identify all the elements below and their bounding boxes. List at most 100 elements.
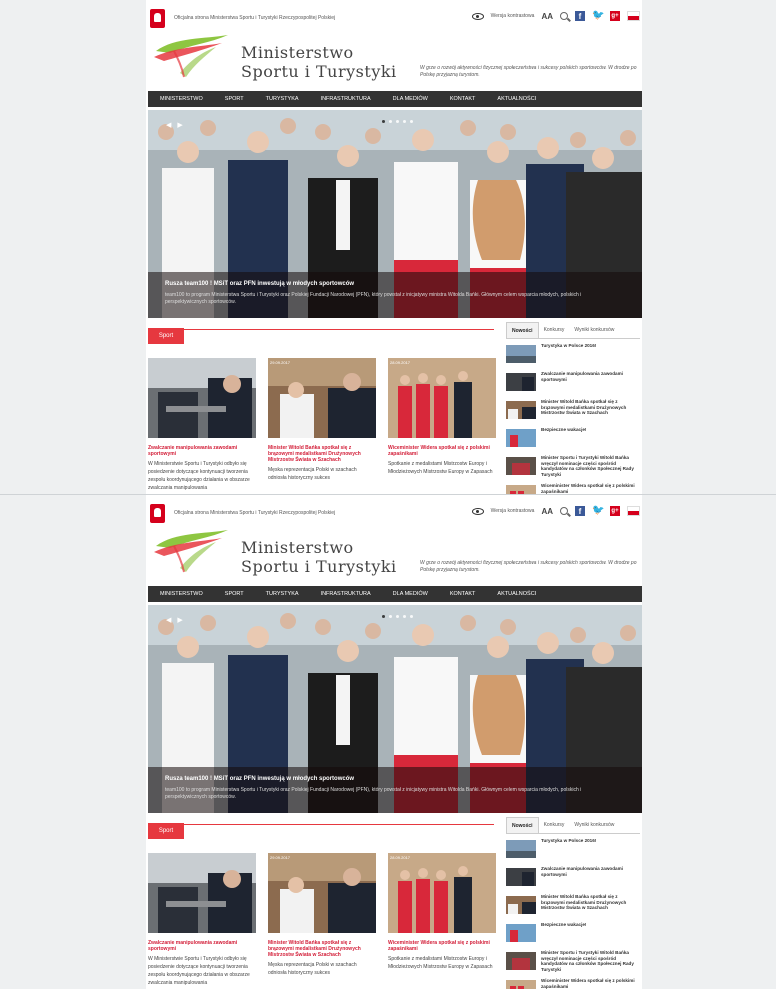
list-item-thumbnail[interactable] — [506, 457, 536, 475]
contrast-version-link[interactable]: Wersja kontrastowa — [491, 508, 535, 514]
list-item-title[interactable]: Zwalczanie manipulowania zawodami sporto… — [541, 371, 640, 382]
contrast-version-link[interactable]: Wersja kontrastowa — [491, 13, 535, 19]
article-title[interactable]: Minister Witold Bańka spotkał się z brąz… — [268, 445, 376, 463]
nav-item-aktualnosci[interactable]: AKTUALNOŚCI — [486, 586, 547, 602]
ministry-logo-icon[interactable] — [150, 31, 230, 83]
article-card[interactable]: Zwalczanie manipulowania zawodami sporto… — [148, 358, 256, 494]
list-item-title[interactable]: Wiceminister Widera spotkał się z polski… — [541, 483, 640, 494]
article-image[interactable] — [148, 358, 256, 438]
list-item-thumbnail[interactable] — [506, 373, 536, 391]
list-item-thumbnail[interactable] — [506, 345, 536, 363]
article-card[interactable]: 29.09.2017 Minister Witold Bańka spotkał… — [268, 358, 376, 494]
eagle-emblem-icon[interactable] — [150, 9, 165, 28]
slider-dot[interactable] — [410, 615, 413, 618]
list-item-thumbnail[interactable] — [506, 485, 536, 495]
list-item-thumbnail[interactable] — [506, 401, 536, 419]
list-item[interactable]: Zwalczanie manipulowania zawodami sporto… — [506, 866, 640, 894]
list-item[interactable]: Bezpieczne wakacje! — [506, 427, 640, 455]
nav-item-ministerstwo[interactable]: MINISTERSTWO — [148, 586, 214, 602]
tab-konkursy[interactable]: Konkursy — [539, 817, 570, 833]
arrow-left-icon[interactable]: ◀ — [166, 617, 171, 624]
search-icon[interactable] — [560, 507, 568, 515]
article-card[interactable]: 28.09.2017 Wiceminister Widera spotkał s… — [388, 358, 496, 494]
nav-item-sport[interactable]: SPORT — [214, 586, 255, 602]
list-item[interactable]: Wiceminister Widera spotkał się z polski… — [506, 483, 640, 495]
article-image[interactable]: 29.09.2017 — [268, 358, 376, 438]
twitter-icon[interactable]: 🐦 — [592, 506, 604, 516]
nav-item-aktualnosci[interactable]: AKTUALNOŚCI — [486, 91, 547, 107]
list-item[interactable]: Minister Witold Bańka spotkał się z brąz… — [506, 399, 640, 427]
list-item[interactable]: Wiceminister Widera spotkał się z polski… — [506, 978, 640, 989]
list-item[interactable]: Turystyka w Polsce 2016! — [506, 343, 640, 371]
search-icon[interactable] — [560, 12, 568, 20]
list-item[interactable]: Turystyka w Polsce 2016! — [506, 838, 640, 866]
section-tag-sport[interactable]: Sport — [148, 823, 184, 839]
tab-wyniki-konkursow[interactable]: Wyniki konkursów — [569, 817, 619, 833]
eye-icon[interactable] — [471, 12, 484, 20]
font-size-button[interactable]: AA — [541, 12, 553, 21]
facebook-icon[interactable]: f — [575, 11, 585, 21]
list-item-title[interactable]: Turystyka w Polsce 2016! — [541, 343, 596, 349]
list-item-title[interactable]: Minister Sportu i Turystyki Witold Bańka… — [541, 455, 640, 477]
article-title[interactable]: Wiceminister Widera spotkał się z polski… — [388, 445, 496, 457]
article-image[interactable]: 28.09.2017 — [388, 358, 496, 438]
tab-konkursy[interactable]: Konkursy — [539, 322, 570, 338]
list-item-thumbnail[interactable] — [506, 840, 536, 858]
article-title[interactable]: Zwalczanie manipulowania zawodami sporto… — [148, 445, 256, 457]
list-item-thumbnail[interactable] — [506, 952, 536, 970]
arrow-left-icon[interactable]: ◀ — [166, 122, 171, 129]
list-item-title[interactable]: Minister Witold Bańka spotkał się z brąz… — [541, 894, 640, 911]
list-item[interactable]: Minister Witold Bańka spotkał się z brąz… — [506, 894, 640, 922]
flag-icon[interactable] — [627, 11, 640, 21]
list-item-thumbnail[interactable] — [506, 868, 536, 886]
slider-dot[interactable] — [389, 615, 392, 618]
eye-icon[interactable] — [471, 507, 484, 515]
slider-dot[interactable] — [389, 120, 392, 123]
list-item-title[interactable]: Zwalczanie manipulowania zawodami sporto… — [541, 866, 640, 877]
facebook-icon[interactable]: f — [575, 506, 585, 516]
gplus-icon[interactable]: g+ — [610, 11, 620, 21]
nav-item-ministerstwo[interactable]: MINISTERSTWO — [148, 91, 214, 107]
article-card[interactable]: Zwalczanie manipulowania zawodami sporto… — [148, 853, 256, 989]
tab-wyniki-konkursow[interactable]: Wyniki konkursów — [569, 322, 619, 338]
nav-item-kontakt[interactable]: KONTAKT — [439, 91, 487, 107]
slider-dot[interactable] — [382, 120, 385, 123]
list-item[interactable]: Zwalczanie manipulowania zawodami sporto… — [506, 371, 640, 399]
font-size-button[interactable]: AA — [541, 507, 553, 516]
slider-dot[interactable] — [382, 615, 385, 618]
section-tag-sport[interactable]: Sport — [148, 328, 184, 344]
list-item-thumbnail[interactable] — [506, 924, 536, 942]
ministry-logo-icon[interactable] — [150, 526, 230, 578]
nav-item-kontakt[interactable]: KONTAKT — [439, 586, 487, 602]
list-item-title[interactable]: Turystyka w Polsce 2016! — [541, 838, 596, 844]
article-card[interactable]: 28.09.2017 Wiceminister Widera spotkał s… — [388, 853, 496, 989]
slider-dot[interactable] — [396, 615, 399, 618]
list-item-title[interactable]: Minister Sportu i Turystyki Witold Bańka… — [541, 950, 640, 972]
nav-item-sport[interactable]: SPORT — [214, 91, 255, 107]
article-title[interactable]: Minister Witold Bańka spotkał się z brąz… — [268, 940, 376, 958]
arrow-right-icon[interactable]: ▶ — [177, 617, 182, 624]
slider-dot[interactable] — [396, 120, 399, 123]
list-item-thumbnail[interactable] — [506, 896, 536, 914]
list-item[interactable]: Minister Sportu i Turystyki Witold Bańka… — [506, 950, 640, 978]
hero-slider[interactable]: ◀ ▶ Rusza team100 ! MSiT oraz PFN inwest… — [148, 110, 642, 318]
eagle-emblem-icon[interactable] — [150, 504, 165, 523]
tab-nowosci[interactable]: Nowości — [506, 322, 539, 338]
hero-title[interactable]: Rusza team100 ! MSiT oraz PFN inwestują … — [165, 281, 354, 287]
article-title[interactable]: Zwalczanie manipulowania zawodami sporto… — [148, 940, 256, 952]
article-title[interactable]: Wiceminister Widera spotkał się z polski… — [388, 940, 496, 952]
twitter-icon[interactable]: 🐦 — [592, 11, 604, 21]
article-card[interactable]: 29.09.2017 Minister Witold Bańka spotkał… — [268, 853, 376, 989]
list-item-title[interactable]: Minister Witold Bańka spotkał się z brąz… — [541, 399, 640, 416]
nav-item-dla-mediow[interactable]: DLA MEDIÓW — [382, 586, 439, 602]
list-item-title[interactable]: Wiceminister Widera spotkał się z polski… — [541, 978, 640, 989]
list-item-thumbnail[interactable] — [506, 429, 536, 447]
slider-dot[interactable] — [403, 615, 406, 618]
slider-dot[interactable] — [403, 120, 406, 123]
nav-item-turystyka[interactable]: TURYSTYKA — [255, 586, 310, 602]
gplus-icon[interactable]: g+ — [610, 506, 620, 516]
nav-item-infrastruktura[interactable]: INFRASTRUKTURA — [310, 91, 382, 107]
list-item-title[interactable]: Bezpieczne wakacje! — [541, 427, 586, 433]
flag-icon[interactable] — [627, 506, 640, 516]
hero-slider[interactable]: ◀ ▶ Rusza team100 ! MSiT oraz PFN inwest… — [148, 605, 642, 813]
